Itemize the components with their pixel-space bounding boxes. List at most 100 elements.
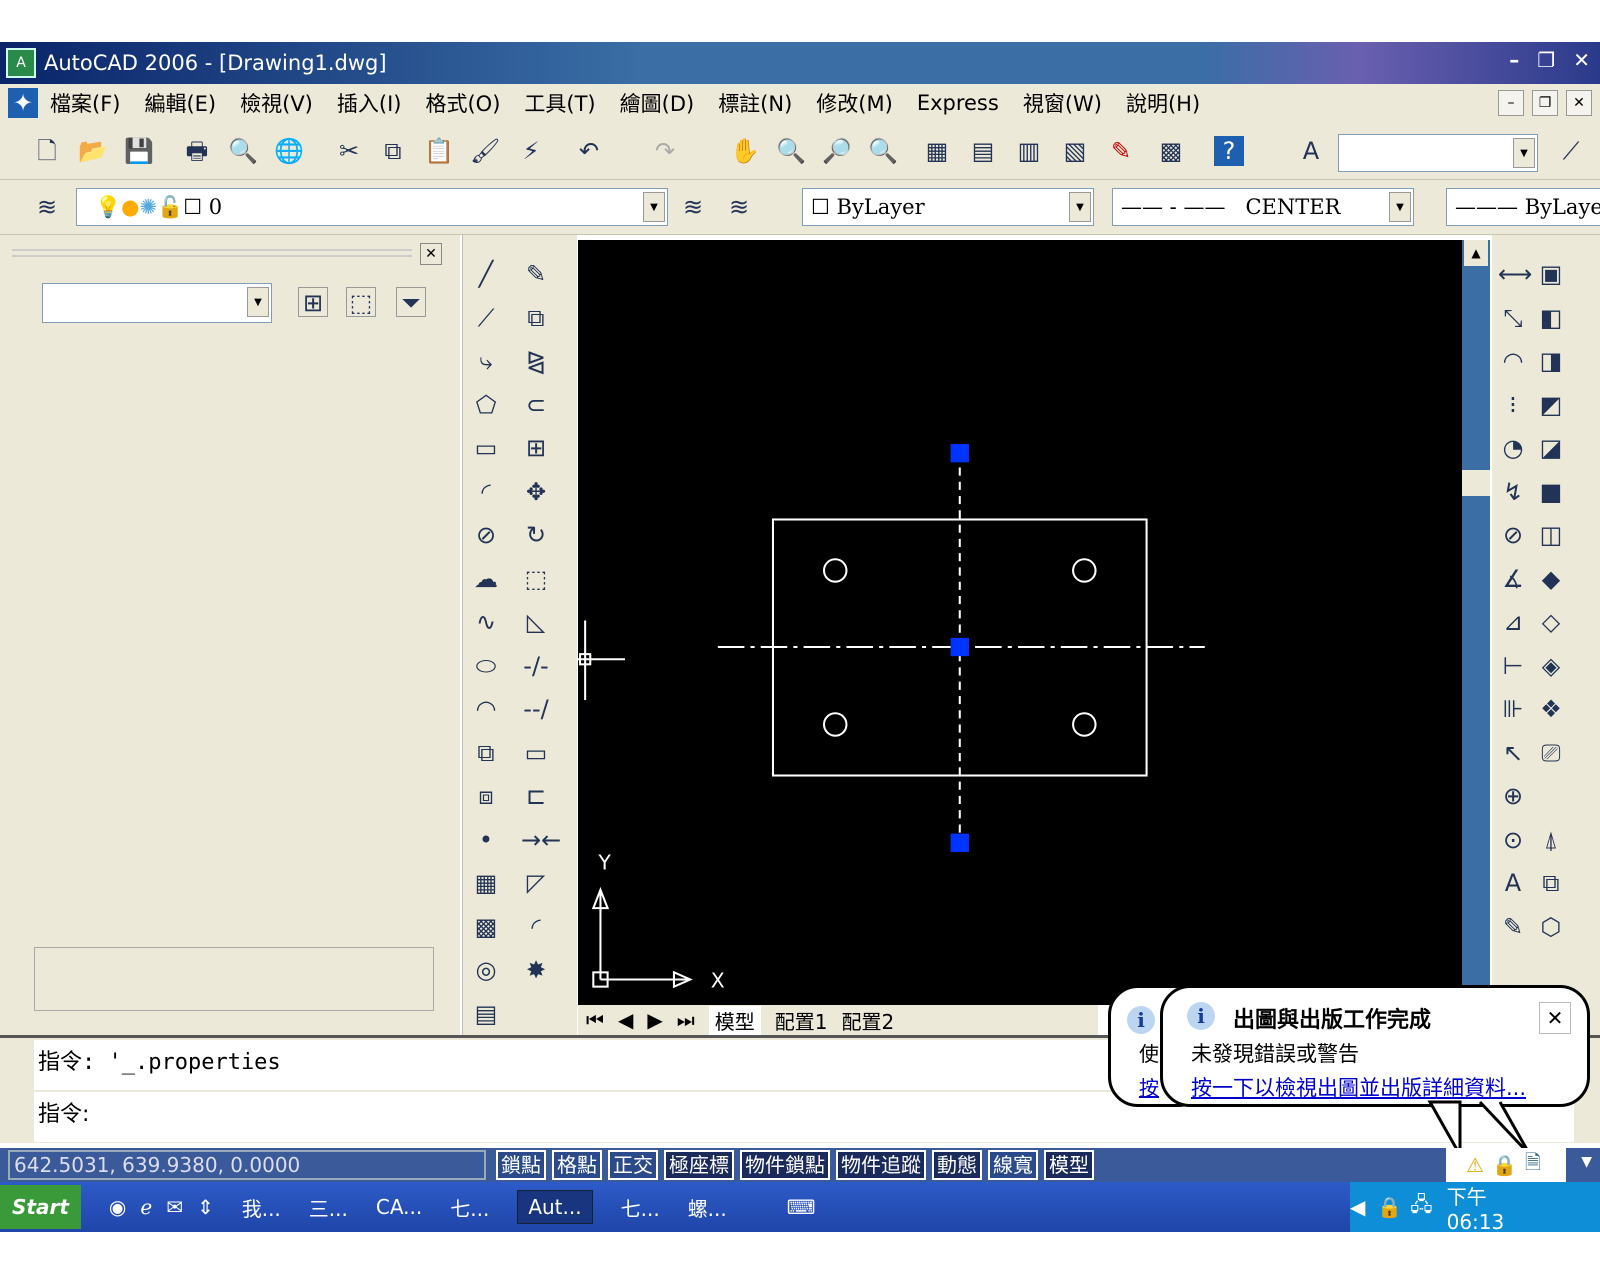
move-icon[interactable]: ✥ bbox=[521, 477, 551, 507]
save-icon[interactable]: 💾 bbox=[124, 136, 154, 166]
revision-cloud-icon[interactable]: ☁ bbox=[471, 564, 501, 594]
chamfer-icon[interactable]: ◸ bbox=[521, 868, 551, 898]
arc-length-icon[interactable]: ◠ bbox=[1498, 346, 1528, 376]
fillet-icon[interactable]: ◜ bbox=[521, 912, 551, 942]
hatch-icon[interactable]: ▦ bbox=[471, 868, 501, 898]
doc-close-button[interactable]: ✕ bbox=[1566, 90, 1592, 116]
first-tab-button[interactable]: ⏮ bbox=[586, 1008, 604, 1032]
menu-view[interactable]: 檢視(V) bbox=[240, 88, 313, 118]
menu-edit[interactable]: 編輯(E) bbox=[144, 88, 216, 118]
menu-tools[interactable]: 工具(T) bbox=[524, 88, 595, 118]
baseline-icon[interactable]: ⊢ bbox=[1498, 651, 1528, 681]
quick-dim-icon[interactable]: ⊿ bbox=[1498, 607, 1528, 637]
ortho-toggle[interactable]: 正交 bbox=[608, 1150, 658, 1180]
right-view-icon[interactable]: ◪ bbox=[1536, 433, 1566, 463]
taskbar-item[interactable]: 三... bbox=[309, 1193, 348, 1222]
nw-iso-icon[interactable]: ❖ bbox=[1536, 694, 1566, 724]
ne-iso-icon[interactable]: ◈ bbox=[1536, 651, 1566, 681]
rectangle-icon[interactable]: ▭ bbox=[471, 433, 501, 463]
rotate-icon[interactable]: ↻ bbox=[521, 520, 551, 550]
copy-icon[interactable]: ⧉ bbox=[521, 303, 551, 333]
redo-icon[interactable]: ↷ bbox=[650, 136, 680, 166]
taskbar-item-autocad[interactable]: Aut... bbox=[517, 1190, 593, 1224]
restore-button[interactable]: ❐ bbox=[1537, 48, 1555, 72]
paste-icon[interactable]: 📋 bbox=[424, 136, 454, 166]
taskbar-item[interactable]: 七... bbox=[621, 1193, 660, 1222]
dyn-toggle[interactable]: 動態 bbox=[932, 1150, 982, 1180]
explode-icon[interactable]: ✸ bbox=[521, 955, 551, 985]
help-icon[interactable]: ? bbox=[1214, 136, 1244, 166]
diameter-icon[interactable]: ⊘ bbox=[1498, 520, 1528, 550]
layer-manager-icon[interactable]: ≋ bbox=[32, 192, 62, 222]
polyline-icon[interactable]: ⤷ bbox=[471, 346, 501, 376]
grip[interactable] bbox=[950, 444, 969, 463]
dim-edit-icon[interactable]: A bbox=[1498, 868, 1528, 898]
design-center-icon[interactable]: ▤ bbox=[968, 136, 998, 166]
open-icon[interactable]: 📂 bbox=[78, 136, 108, 166]
select-objects-icon[interactable]: ⬚ bbox=[346, 287, 376, 317]
polygon-icon[interactable]: ⬠ bbox=[471, 390, 501, 420]
snap-toggle[interactable]: 鎖點 bbox=[496, 1150, 546, 1180]
angular-icon[interactable]: ∡ bbox=[1498, 564, 1528, 594]
osnap-toggle[interactable]: 物件鎖點 bbox=[740, 1150, 830, 1180]
keyboard-icon[interactable]: ⌨ bbox=[787, 1195, 816, 1219]
break-icon[interactable]: ⊏ bbox=[521, 781, 551, 811]
menu-file[interactable]: 檔案(F) bbox=[50, 88, 120, 118]
color-combo[interactable]: ☐ ByLayer ▼ bbox=[802, 188, 1094, 226]
table-icon[interactable]: ▤ bbox=[471, 999, 501, 1029]
gradient-icon[interactable]: ▩ bbox=[471, 912, 501, 942]
taskbar-item[interactable]: CA... bbox=[376, 1195, 422, 1219]
taskbar-item[interactable]: 螺... bbox=[688, 1193, 727, 1222]
jogged-icon[interactable]: ↯ bbox=[1498, 477, 1528, 507]
aligned-dim-icon[interactable]: ⤡ bbox=[1498, 303, 1528, 333]
linear-dim-icon[interactable]: ⟷ bbox=[1498, 259, 1532, 289]
ordinate-icon[interactable]: ⁝ bbox=[1498, 390, 1528, 420]
autocad-app-icon[interactable]: A bbox=[6, 48, 36, 78]
menu-format[interactable]: 格式(O) bbox=[425, 88, 500, 118]
palette-grip[interactable] bbox=[12, 249, 412, 257]
sw-iso-icon[interactable]: ◆ bbox=[1536, 564, 1566, 594]
point-icon[interactable]: • bbox=[471, 825, 501, 855]
close-button[interactable]: ✕ bbox=[1573, 48, 1590, 72]
center-mark-icon[interactable]: ⊙ bbox=[1498, 825, 1528, 855]
polar-toggle[interactable]: 極座標 bbox=[664, 1150, 734, 1180]
construction-line-icon[interactable]: ⟋ bbox=[471, 303, 501, 333]
quicklaunch-more[interactable]: ⇕ bbox=[197, 1195, 214, 1219]
quick-select-icon[interactable]: ⏷ bbox=[396, 287, 426, 317]
grip[interactable] bbox=[950, 833, 969, 852]
undo-icon[interactable]: ↶ bbox=[574, 136, 604, 166]
tool-palettes-icon[interactable]: ▥ bbox=[1014, 136, 1044, 166]
zoom-previous-icon[interactable]: 🔍 bbox=[868, 136, 898, 166]
tab-model[interactable]: 模型 bbox=[708, 1005, 761, 1035]
zoom-window-icon[interactable]: 🔎 bbox=[822, 136, 852, 166]
region-icon[interactable]: ◎ bbox=[471, 955, 501, 985]
camera-icon[interactable]: ⎚ bbox=[1536, 738, 1566, 768]
tray-expand-icon[interactable]: ◀ bbox=[1350, 1195, 1365, 1219]
menu-window[interactable]: 視窗(W) bbox=[1023, 88, 1102, 118]
scale-icon[interactable]: ⬚ bbox=[521, 564, 551, 594]
extend-icon[interactable]: --/ bbox=[521, 694, 551, 724]
ie-icon[interactable]: ℯ bbox=[140, 1195, 152, 1219]
quick-leader-icon[interactable]: ↖ bbox=[1498, 738, 1528, 768]
stretch-icon[interactable]: ◺ bbox=[521, 607, 551, 637]
grid-toggle[interactable]: 格點 bbox=[552, 1150, 602, 1180]
left-view-icon[interactable]: ◩ bbox=[1536, 390, 1566, 420]
start-button[interactable]: Start bbox=[0, 1185, 81, 1229]
pan-icon[interactable]: ✋ bbox=[730, 136, 760, 166]
se-iso-icon[interactable]: ◇ bbox=[1536, 607, 1566, 637]
plot-status-icon[interactable]: 🗎 bbox=[1525, 1148, 1541, 1182]
properties-icon[interactable]: ▦ bbox=[922, 136, 952, 166]
model-toggle[interactable]: 模型 bbox=[1044, 1150, 1094, 1180]
zoom-realtime-icon[interactable]: 🔍 bbox=[776, 136, 806, 166]
box-3d-icon[interactable]: ⬡ bbox=[1536, 912, 1566, 942]
prev-tab-button[interactable]: ◀ bbox=[618, 1008, 633, 1032]
tab-layout2[interactable]: 配置2 bbox=[842, 1006, 895, 1035]
otrack-toggle[interactable]: 物件追蹤 bbox=[836, 1150, 926, 1180]
vertical-scrollbar[interactable]: ▲ bbox=[1462, 240, 1490, 1005]
object-select-combo[interactable]: ▼ bbox=[42, 283, 272, 323]
copy-icon[interactable]: ⧉ bbox=[378, 136, 408, 166]
ucs-icon[interactable]: ⍋ bbox=[1536, 825, 1566, 855]
new-icon[interactable]: 🗋 bbox=[32, 136, 62, 166]
continue-icon[interactable]: ⊪ bbox=[1498, 694, 1528, 724]
palette-close-button[interactable]: ✕ bbox=[420, 243, 442, 265]
